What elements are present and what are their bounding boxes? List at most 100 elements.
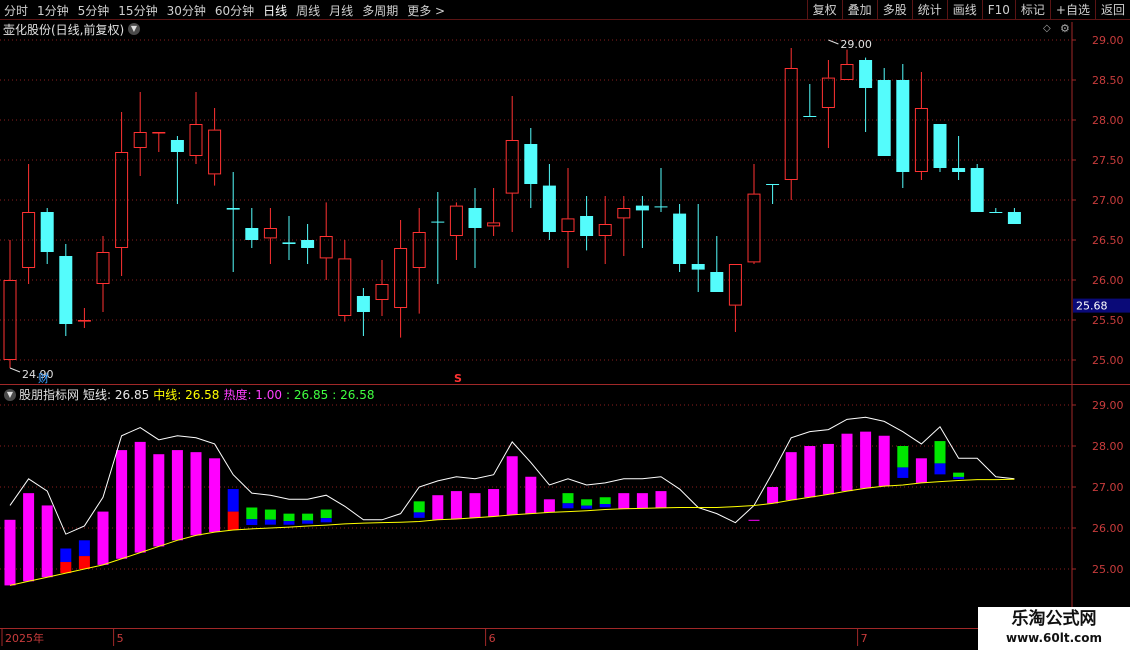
heat-bar-blue — [60, 548, 72, 563]
heat-bar-blue — [953, 476, 965, 480]
heat-bar — [97, 511, 109, 565]
heat-bar — [636, 493, 648, 509]
heat-bar-green — [413, 501, 425, 513]
heat-bar-blue — [897, 467, 909, 478]
heat-bar-green — [562, 493, 574, 504]
price-tick-label: 26.50 — [1092, 234, 1124, 247]
heat-bar-red — [227, 511, 239, 531]
indicator-tick-label: 25.00 — [1092, 563, 1124, 576]
toolbar-button-6[interactable]: 标记 — [1014, 0, 1050, 20]
heat-bar — [134, 441, 146, 553]
function-buttons: 复权 叠加 多股 统计 画线 F10 标记 +自选 返回 — [806, 0, 1130, 20]
heat-bar — [209, 458, 221, 533]
heat-bar — [488, 489, 500, 517]
price-tick-label: 25.50 — [1092, 314, 1124, 327]
heat-bar — [525, 476, 537, 514]
period-tab-10[interactable]: 更多 > — [407, 2, 445, 19]
chart-frame — [0, 20, 1130, 650]
heat-bar — [450, 491, 462, 519]
indicator-tick-label: 29.00 — [1092, 399, 1124, 412]
period-tab-8[interactable]: 月线 — [329, 2, 353, 19]
chevron-down-icon[interactable]: ▼ — [128, 23, 140, 35]
period-tab-2[interactable]: 5分钟 — [78, 2, 110, 19]
candle-down-body — [859, 60, 873, 88]
heat-bar-blue — [599, 504, 611, 508]
heat-bar-blue — [264, 519, 276, 525]
heat-bar — [618, 493, 630, 509]
date-label: 5 — [117, 632, 124, 645]
period-tab-9[interactable]: 多周期 — [362, 2, 398, 19]
toolbar-button-7[interactable]: +自选 — [1049, 0, 1095, 20]
period-tab-4[interactable]: 30分钟 — [167, 2, 206, 19]
period-tab-7[interactable]: 周线 — [296, 2, 320, 19]
period-tabs: 分时 1分钟 5分钟 15分钟 30分钟 60分钟 日线 周线 月线 多周期 更多 > — [4, 0, 454, 20]
heat-value: 热度: 1.00 — [223, 388, 283, 402]
candle-down-body — [989, 212, 1003, 213]
s-marker: S — [454, 372, 462, 385]
candle-down-body — [1007, 212, 1021, 224]
mid-line-value: 中线: 26.58 — [153, 388, 220, 402]
heat-bar-blue — [246, 519, 258, 525]
heat-bar — [655, 491, 667, 508]
candle-down-body — [468, 208, 482, 228]
indicator-tick-label: 27.00 — [1092, 481, 1124, 494]
diamond-icon[interactable]: ◇ — [1043, 23, 1051, 34]
heat-bar — [804, 446, 816, 498]
candle-down-body — [877, 80, 891, 156]
heat-bar-green — [320, 509, 332, 519]
heat-bar — [543, 499, 555, 513]
heat-bar-red — [60, 562, 72, 574]
heat-bar-green — [246, 507, 258, 520]
candle-down-body — [59, 256, 73, 324]
heat-bar — [4, 519, 16, 586]
heat-bar-blue — [283, 521, 295, 525]
price-tick-label: 28.50 — [1092, 74, 1124, 87]
heat-bar-blue — [934, 463, 946, 475]
candle-down-body — [896, 80, 910, 172]
indicator-tick-label: 26.00 — [1092, 522, 1124, 535]
heat-bar-blue — [413, 512, 425, 518]
period-tab-0[interactable]: 分时 — [4, 2, 28, 19]
current-price-label: 25.68 — [1076, 300, 1108, 313]
value-2: : 26.58 — [332, 387, 375, 402]
candle-down-body — [245, 228, 259, 240]
candle-down-body — [40, 212, 54, 252]
period-tab-5[interactable]: 60分钟 — [215, 2, 254, 19]
toolbar-button-0[interactable]: 复权 — [806, 0, 842, 20]
toolbar-button-2[interactable]: 多股 — [876, 0, 912, 20]
heat-bar — [860, 431, 872, 489]
indicator-tick-label: 28.00 — [1092, 440, 1124, 453]
toolbar-button-1[interactable]: 叠加 — [841, 0, 877, 20]
heat-bar-blue — [581, 505, 593, 509]
toolbar-button-5[interactable]: F10 — [981, 0, 1015, 20]
period-tab-3[interactable]: 15分钟 — [118, 2, 157, 19]
toolbar-button-4[interactable]: 画线 — [946, 0, 982, 20]
heat-bar-green — [283, 513, 295, 522]
value-1: : 26.85 — [286, 387, 329, 402]
candle-down-body — [580, 216, 594, 236]
gear-icon[interactable]: ⚙ — [1060, 22, 1070, 35]
heat-bar-green — [302, 513, 314, 521]
heat-bar — [822, 443, 834, 495]
heat-bar-blue — [227, 489, 239, 512]
heat-bar — [171, 450, 183, 541]
indicator-header: ▼ 股朋指标网 短线: 26.85 中线: 26.58 热度: 1.00 : 2… — [4, 386, 378, 403]
period-tab-1[interactable]: 1分钟 — [37, 2, 69, 19]
heat-bar-blue — [562, 503, 574, 509]
candle-down-body — [710, 272, 724, 292]
price-tick-label: 27.00 — [1092, 194, 1124, 207]
heat-bar-green — [934, 441, 946, 464]
heat-bar-blue — [302, 520, 314, 524]
candle-down-body — [226, 208, 240, 210]
candle-down-body — [970, 168, 984, 212]
heat-bar — [116, 450, 128, 559]
heat-bar-green — [581, 499, 593, 506]
period-tab-6[interactable]: 日线 — [263, 2, 287, 19]
candle-down-body — [654, 206, 668, 208]
toolbar-button-8[interactable]: 返回 — [1094, 0, 1130, 20]
heat-bar-red — [78, 556, 90, 569]
chevron-down-icon[interactable]: ▼ — [4, 388, 16, 401]
heat-bar — [506, 456, 518, 515]
price-tick-label: 26.00 — [1092, 274, 1124, 287]
toolbar-button-3[interactable]: 统计 — [911, 0, 947, 20]
